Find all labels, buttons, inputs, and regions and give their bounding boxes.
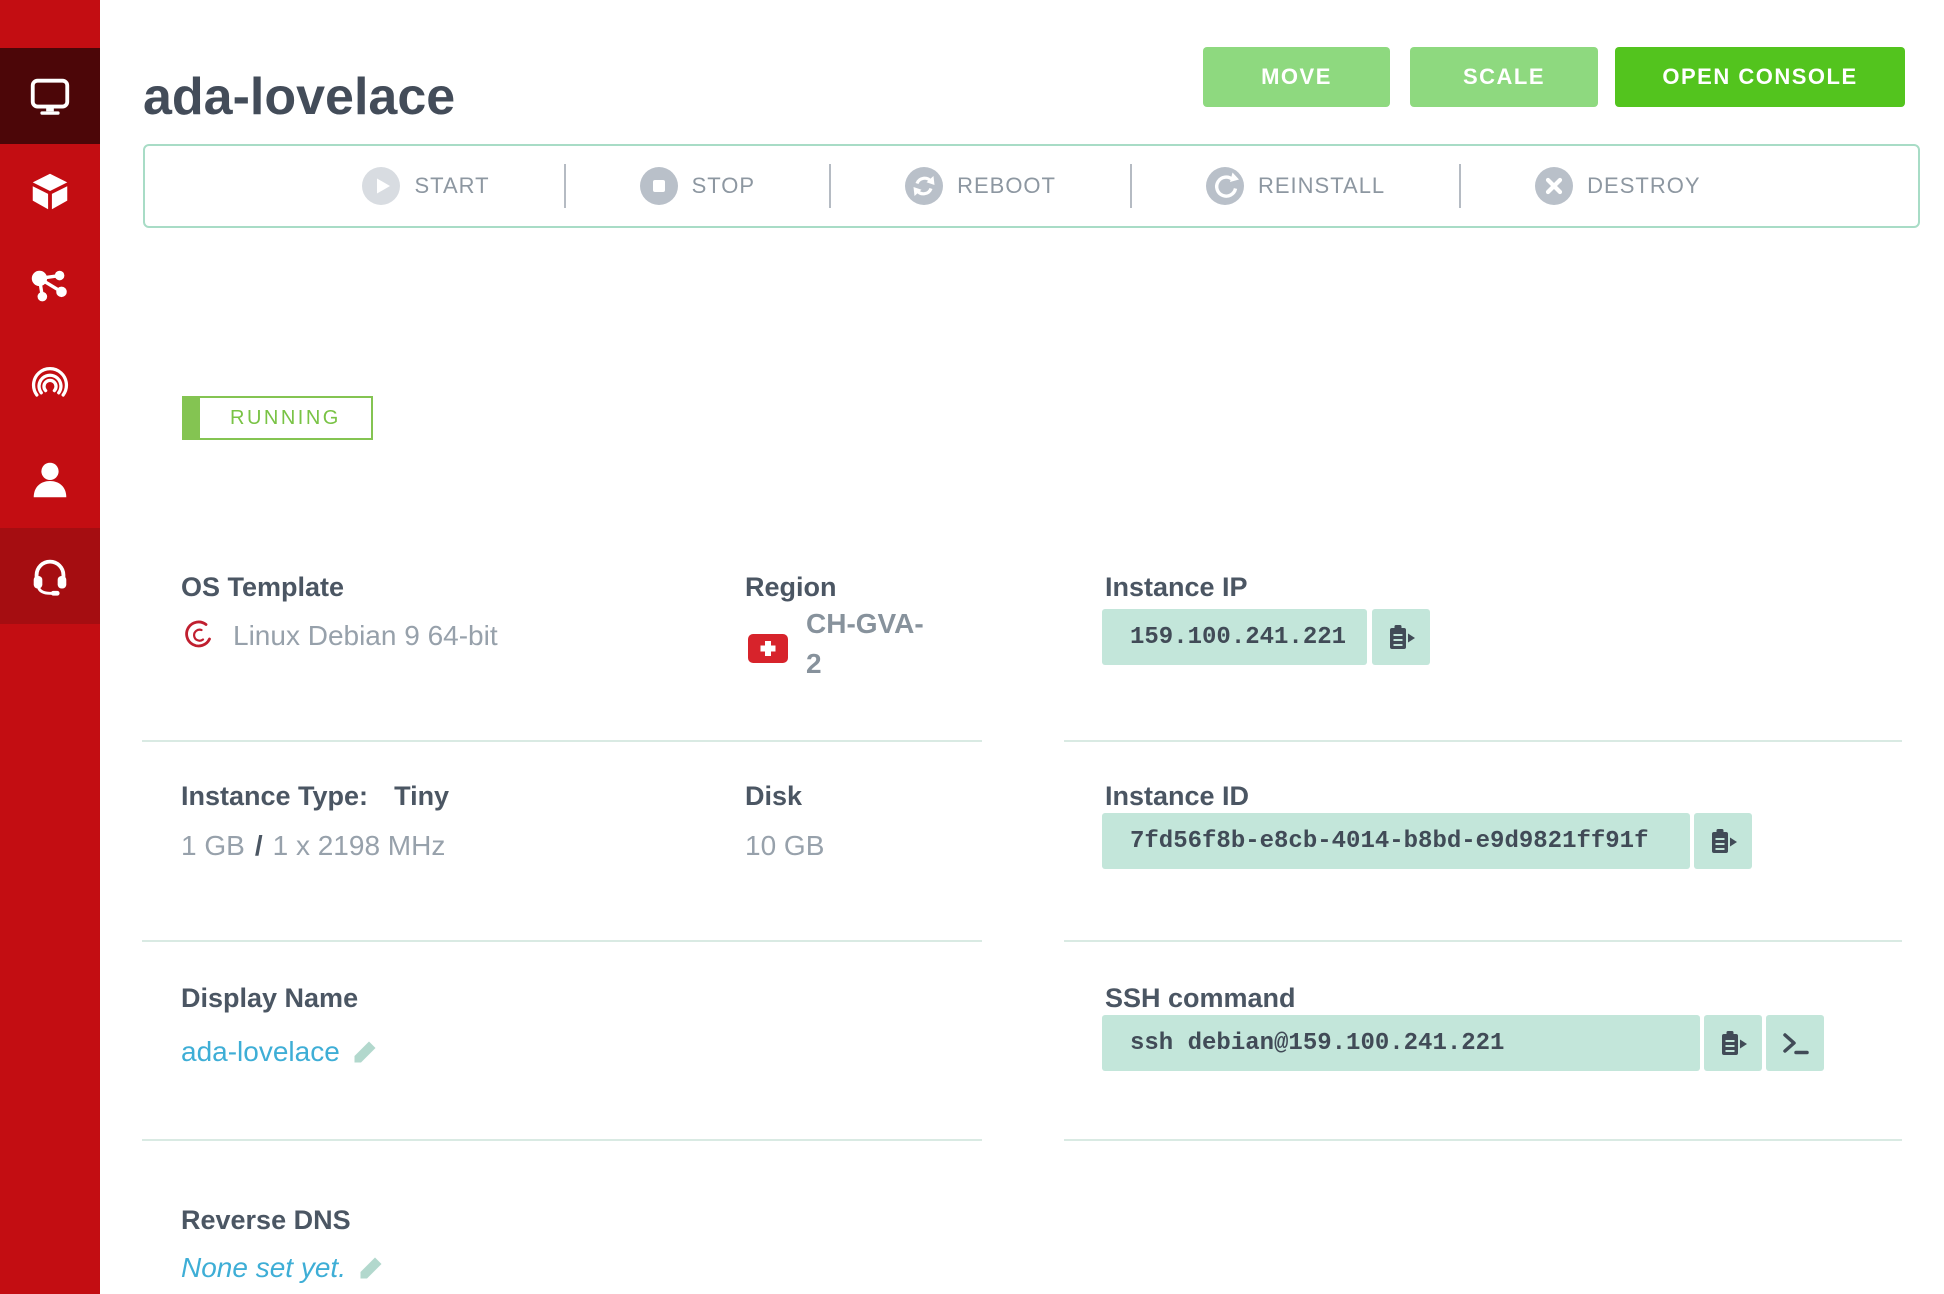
region-value: CH-GVA-2 [806, 604, 930, 684]
instance-detail-page: ada-lovelace MOVE SCALE OPEN CONSOLE STA… [0, 0, 1944, 1294]
reinstall-icon [1206, 167, 1244, 205]
graph-icon [27, 265, 73, 311]
os-template-label: OS Template [181, 572, 344, 603]
copy-ssh-command-button[interactable] [1704, 1015, 1762, 1071]
instance-type-name: Tiny [394, 781, 449, 811]
edit-pencil-icon[interactable] [358, 1255, 384, 1281]
terminal-icon [1780, 1030, 1810, 1057]
disk-value: 10 GB [745, 830, 824, 862]
stop-action[interactable]: STOP [640, 167, 756, 205]
headset-icon [27, 553, 73, 599]
instance-ip-label: Instance IP [1105, 572, 1248, 603]
status-label: RUNNING [200, 396, 373, 440]
stop-label: STOP [692, 173, 756, 199]
divider [1064, 740, 1902, 742]
stop-icon [640, 167, 678, 205]
os-template-text: Linux Debian 9 64-bit [233, 620, 498, 652]
action-separator [1459, 164, 1461, 208]
sidebar-item-compute[interactable] [0, 48, 100, 144]
destroy-action[interactable]: DESTROY [1535, 167, 1700, 205]
swiss-flag-icon [748, 634, 788, 663]
instance-action-bar: START STOP REBOOT [143, 144, 1920, 228]
display-name-label: Display Name [181, 983, 358, 1014]
sidebar-item-account[interactable] [0, 432, 100, 528]
copy-instance-id-button[interactable] [1694, 813, 1752, 869]
sidebar [0, 0, 100, 1294]
divider [142, 1139, 982, 1141]
monitor-icon [27, 73, 73, 119]
clipboard-copy-icon [1716, 1026, 1750, 1060]
region-label: Region [745, 572, 837, 603]
divider [1064, 1139, 1902, 1141]
instance-id-label: Instance ID [1105, 781, 1249, 812]
instance-type-label: Instance Type:Tiny [181, 781, 449, 812]
ssh-command-label: SSH command [1105, 983, 1296, 1014]
destroy-icon [1535, 167, 1573, 205]
reverse-dns-text[interactable]: None set yet. [181, 1252, 346, 1284]
sidebar-item-network[interactable] [0, 240, 100, 336]
reinstall-label: REINSTALL [1258, 173, 1385, 199]
open-console-button[interactable]: OPEN CONSOLE [1615, 47, 1905, 107]
sidebar-item-support[interactable] [0, 528, 100, 624]
reverse-dns-value: None set yet. [181, 1252, 384, 1284]
action-separator [829, 164, 831, 208]
arcs-icon [27, 361, 73, 407]
divider [1064, 940, 1902, 942]
sidebar-item-storage[interactable] [0, 144, 100, 240]
reverse-dns-label: Reverse DNS [181, 1205, 351, 1236]
sidebar-spacer [0, 0, 100, 48]
status-color-block [182, 396, 200, 440]
divider [142, 740, 982, 742]
sidebar-item-dns[interactable] [0, 336, 100, 432]
page-title: ada-lovelace [143, 67, 455, 127]
start-label: START [414, 173, 489, 199]
reboot-label: REBOOT [957, 173, 1056, 199]
scale-button[interactable]: SCALE [1410, 47, 1598, 107]
edit-pencil-icon[interactable] [352, 1039, 378, 1065]
start-action[interactable]: START [362, 167, 489, 205]
copy-instance-ip-button[interactable] [1372, 609, 1430, 665]
reboot-icon [905, 167, 943, 205]
debian-icon [181, 618, 217, 654]
clipboard-copy-icon [1384, 620, 1418, 654]
status-badge: RUNNING [182, 396, 373, 440]
memory-value: 1 GB [181, 830, 245, 861]
clipboard-copy-icon [1706, 824, 1740, 858]
display-name-text[interactable]: ada-lovelace [181, 1036, 340, 1068]
cpu-value: 1 x 2198 MHz [273, 830, 446, 861]
os-template-value: Linux Debian 9 64-bit [181, 618, 498, 654]
destroy-label: DESTROY [1587, 173, 1700, 199]
display-name-value: ada-lovelace [181, 1036, 378, 1068]
move-button[interactable]: MOVE [1203, 47, 1390, 107]
instance-id-value: 7fd56f8b-e8cb-4014-b8bd-e9d9821ff91f [1102, 813, 1690, 869]
play-icon [362, 167, 400, 205]
open-terminal-button[interactable] [1766, 1015, 1824, 1071]
action-separator [1130, 164, 1132, 208]
ssh-command-value: ssh debian@159.100.241.221 [1102, 1015, 1700, 1071]
action-separator [564, 164, 566, 208]
disk-label: Disk [745, 781, 802, 812]
reinstall-action[interactable]: REINSTALL [1206, 167, 1385, 205]
instance-ip-value: 159.100.241.221 [1102, 609, 1367, 665]
instance-type-value: 1 GB/1 x 2198 MHz [181, 830, 445, 862]
reboot-action[interactable]: REBOOT [905, 167, 1056, 205]
user-icon [27, 457, 73, 503]
cube-icon [27, 169, 73, 215]
divider [142, 940, 982, 942]
